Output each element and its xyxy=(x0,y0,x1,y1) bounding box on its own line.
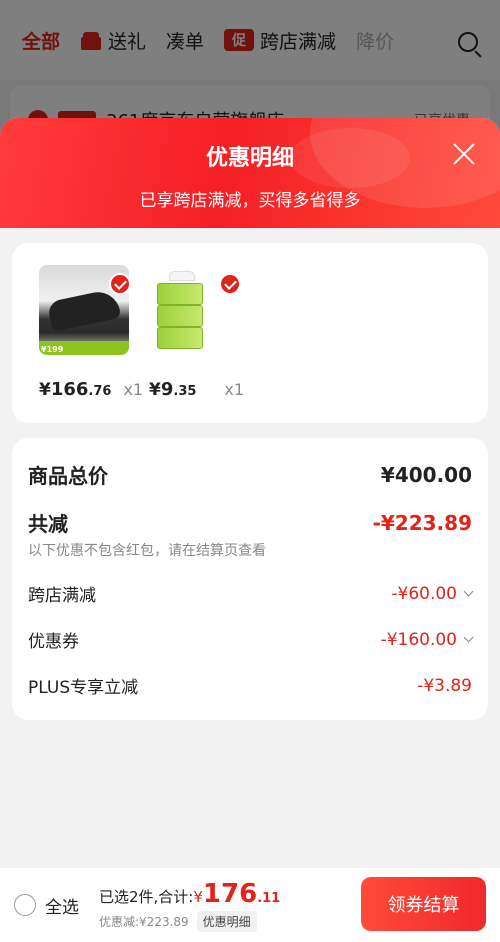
quantity: x1 xyxy=(224,380,245,399)
discount-note: 以下优惠不包含红包，请在结算页查看 xyxy=(28,543,266,559)
chevron-down-icon[interactable] xyxy=(463,632,474,643)
totals-line: 已选2件,合计: ¥ 176 .11 xyxy=(99,879,280,909)
quantity: x1 xyxy=(123,380,144,399)
plus-discount-value: -¥3.89 xyxy=(417,675,472,696)
total-symbol: ¥ xyxy=(193,887,203,906)
product-meta: ¥ 166 .76 x1 xyxy=(39,379,143,400)
tissue-box xyxy=(157,305,203,327)
thumbnail-strip: ¥199 xyxy=(39,341,129,355)
total-integer: 176 xyxy=(202,878,258,909)
total-price-row: 商品总价 ¥400.00 xyxy=(28,460,472,489)
summary-card: 商品总价 ¥400.00 共减 -¥223.89 以下优惠不包含红包，请在结算页… xyxy=(12,438,488,720)
price-symbol: ¥ xyxy=(39,380,51,400)
discount-row[interactable]: 跨店满减 -¥60.00 xyxy=(28,581,474,606)
select-all-radio[interactable] xyxy=(14,894,36,916)
plus-discount-label: PLUS专享立减 xyxy=(28,678,139,698)
discount-value: -¥60.00 xyxy=(391,583,474,604)
discount-detail-sheet: 优惠明细 已享跨店满减，买得多省得多 ¥199 ¥ 166 .76 x1 ¥ 9… xyxy=(0,118,500,942)
coupon-row[interactable]: 优惠券 -¥160.00 xyxy=(28,627,474,652)
selected-count-text: 已选2件,合计: xyxy=(99,887,194,906)
tissue-box xyxy=(157,327,203,349)
total-reduce-label: 共减 xyxy=(28,512,68,536)
price-integer: 9 xyxy=(160,379,174,400)
sheet-title: 优惠明细 xyxy=(205,146,294,171)
product-meta: ¥ 9 .35 x1 xyxy=(149,379,244,400)
check-icon[interactable] xyxy=(219,273,241,295)
coupon-label: 优惠券 xyxy=(28,632,79,652)
shoe-shape xyxy=(46,288,122,332)
total-price-value: ¥400.00 xyxy=(380,462,472,487)
price-symbol: ¥ xyxy=(149,380,161,400)
total-reduce-value: -¥223.89 xyxy=(372,510,472,535)
price-decimal: .35 xyxy=(173,384,197,399)
coupon-amount: -¥160.00 xyxy=(380,629,457,650)
check-icon[interactable] xyxy=(109,273,131,295)
thumbnail-price: ¥199 xyxy=(41,345,64,354)
totals-sub: 优惠减:¥223.89 优惠明细 xyxy=(99,910,280,932)
total-price-label: 商品总价 xyxy=(28,464,108,488)
total-decimal: .11 xyxy=(257,890,281,906)
chevron-down-icon[interactable] xyxy=(463,586,474,597)
plus-discount-row: PLUS专享立减 -¥3.89 xyxy=(28,673,472,699)
discount-summary: 优惠减:¥223.89 xyxy=(99,914,189,929)
discount-detail-button[interactable]: 优惠明细 xyxy=(196,910,257,932)
price-integer: 166 xyxy=(50,379,89,400)
close-icon[interactable] xyxy=(452,142,476,166)
bottom-checkout-bar: 全选 已选2件,合计: ¥ 176 .11 优惠减:¥223.89 优惠明细 领… xyxy=(0,868,500,942)
product-item[interactable]: ¥ 9 .35 x1 xyxy=(149,265,244,401)
product-item[interactable]: ¥199 ¥ 166 .76 x1 xyxy=(39,265,143,401)
products-card: ¥199 ¥ 166 .76 x1 ¥ 9 .35 x1 xyxy=(12,243,488,423)
total-reduce-row: 共减 -¥223.89 xyxy=(28,508,472,537)
tissue-top xyxy=(169,271,195,281)
totals: 已选2件,合计: ¥ 176 .11 优惠减:¥223.89 优惠明细 xyxy=(99,879,280,932)
sheet-header: 优惠明细 已享跨店满减，买得多省得多 xyxy=(0,118,500,228)
coupon-value: -¥160.00 xyxy=(380,629,474,650)
tissue-box xyxy=(157,283,203,305)
price-decimal: .76 xyxy=(88,384,112,399)
select-all-label[interactable]: 全选 xyxy=(45,893,79,918)
sheet-subtitle: 已享跨店满减，买得多省得多 xyxy=(139,191,361,211)
discount-amount: -¥60.00 xyxy=(391,583,457,604)
checkout-button[interactable]: 领券结算 xyxy=(361,877,486,931)
discount-label: 跨店满减 xyxy=(28,586,96,606)
